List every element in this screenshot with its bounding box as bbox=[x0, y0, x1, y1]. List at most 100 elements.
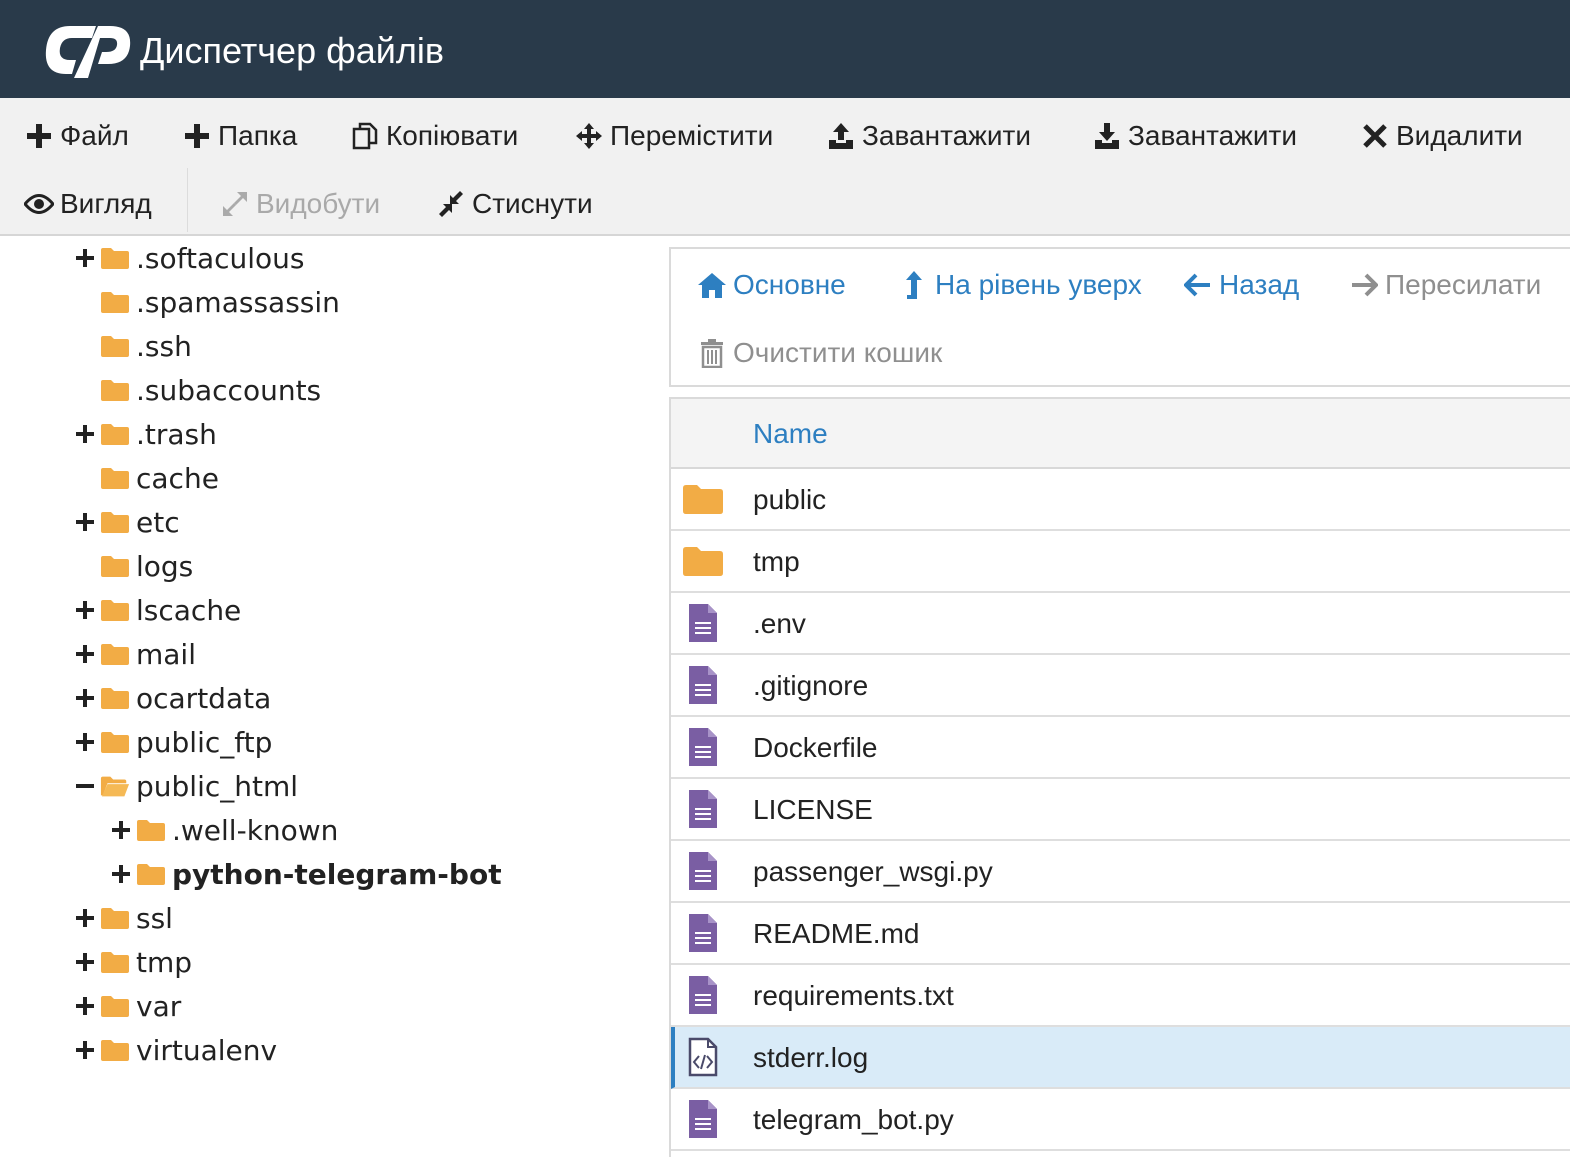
table-row[interactable]: README.md bbox=[671, 903, 1570, 965]
tree-item[interactable]: tmp bbox=[74, 942, 192, 982]
tree-item[interactable]: ssl bbox=[74, 898, 173, 938]
table-row[interactable]: passenger_wsgi.py bbox=[671, 841, 1570, 903]
tree-item-label[interactable]: public_html bbox=[136, 770, 298, 803]
table-row[interactable]: telegram_bot.py bbox=[671, 1089, 1570, 1151]
new-folder-button[interactable]: Папка bbox=[182, 114, 297, 158]
tree-item[interactable]: etc bbox=[74, 502, 180, 542]
empty-trash-button[interactable]: Очистити кошик bbox=[697, 333, 942, 373]
expand-plus-icon[interactable] bbox=[74, 731, 96, 753]
extract-button[interactable]: Видобути bbox=[220, 182, 380, 226]
table-row[interactable]: Dockerfile bbox=[671, 717, 1570, 779]
folder-icon bbox=[100, 994, 130, 1018]
home-label: Основне bbox=[733, 269, 846, 300]
new-file-button[interactable]: Файл bbox=[24, 114, 129, 158]
tree-item-label[interactable]: cache bbox=[136, 462, 219, 495]
expand-plus-icon[interactable] bbox=[74, 907, 96, 929]
home-button[interactable]: Основне bbox=[697, 265, 846, 305]
tree-item[interactable]: .well-known bbox=[110, 810, 338, 850]
trash-icon bbox=[697, 338, 727, 368]
tree-item-label[interactable]: var bbox=[136, 990, 181, 1023]
folder-icon bbox=[681, 539, 725, 583]
tree-item[interactable]: .softaculous bbox=[74, 238, 305, 278]
expand-plus-icon[interactable] bbox=[110, 863, 132, 885]
view-button[interactable]: Вигляд bbox=[24, 182, 152, 226]
tree-item-label[interactable]: mail bbox=[136, 638, 196, 671]
table-row[interactable]: tmp bbox=[671, 531, 1570, 593]
move-button[interactable]: Перемістити bbox=[574, 114, 773, 158]
tree-item-label[interactable]: virtualenv bbox=[136, 1034, 277, 1067]
expand-plus-icon[interactable] bbox=[74, 511, 96, 533]
tree-item-label[interactable]: etc bbox=[136, 506, 180, 539]
tree-item-label[interactable]: .spamassassin bbox=[136, 286, 340, 319]
text-file-icon bbox=[681, 601, 725, 645]
file-name: .gitignore bbox=[753, 670, 869, 701]
table-row[interactable]: requirements.txt bbox=[671, 965, 1570, 1027]
tree-item[interactable]: lscache bbox=[74, 590, 241, 630]
table-row[interactable]: .env bbox=[671, 593, 1570, 655]
tree-item[interactable]: public_ftp bbox=[74, 722, 272, 762]
up-one-level-button[interactable]: На рівень уверх bbox=[899, 265, 1142, 305]
tree-item-label[interactable]: ocartdata bbox=[136, 682, 271, 715]
download-button[interactable]: Завантажити bbox=[1092, 114, 1297, 158]
back-label: Назад bbox=[1219, 269, 1300, 300]
upload-button[interactable]: Завантажити bbox=[826, 114, 1031, 158]
tree-item[interactable]: .subaccounts bbox=[74, 370, 321, 410]
compress-button[interactable]: Стиснути bbox=[436, 182, 593, 226]
plus-icon bbox=[182, 121, 212, 151]
expand-plus-icon[interactable] bbox=[74, 247, 96, 269]
tree-item-label[interactable]: .softaculous bbox=[136, 242, 305, 275]
name-column-header[interactable]: Name bbox=[753, 418, 828, 450]
tree-item[interactable]: .trash bbox=[74, 414, 217, 454]
tree-item[interactable]: .ssh bbox=[74, 326, 192, 366]
file-name: .env bbox=[753, 608, 806, 639]
table-row[interactable]: .gitignore bbox=[671, 655, 1570, 717]
table-row[interactable]: public bbox=[671, 469, 1570, 531]
copy-label: Копіювати bbox=[386, 120, 519, 151]
tree-item-label[interactable]: tmp bbox=[136, 946, 192, 979]
collapse-minus-icon[interactable] bbox=[74, 775, 96, 797]
delete-label: Видалити bbox=[1396, 120, 1523, 151]
tree-item-label[interactable]: lscache bbox=[136, 594, 241, 627]
tree-item[interactable]: .spamassassin bbox=[74, 282, 340, 322]
forward-button[interactable]: Пересилати bbox=[1349, 265, 1541, 305]
table-row[interactable]: stderr.log bbox=[671, 1027, 1570, 1089]
tree-item[interactable]: mail bbox=[74, 634, 196, 674]
copy-button[interactable]: Копіювати bbox=[350, 114, 518, 158]
new-folder-label: Папка bbox=[218, 120, 298, 151]
tree-item-label[interactable]: ssl bbox=[136, 902, 173, 935]
tree-item[interactable]: virtualenv bbox=[74, 1030, 277, 1070]
back-button[interactable]: Назад bbox=[1183, 265, 1299, 305]
tree-item[interactable]: var bbox=[74, 986, 181, 1026]
tree-item-label[interactable]: public_ftp bbox=[136, 726, 272, 759]
tree-item[interactable]: logs bbox=[74, 546, 193, 586]
forward-label: Пересилати bbox=[1385, 269, 1542, 300]
file-name: tmp bbox=[753, 546, 800, 577]
expand-plus-icon[interactable] bbox=[74, 643, 96, 665]
tree-item-label[interactable]: .subaccounts bbox=[136, 374, 321, 407]
expand-plus-icon[interactable] bbox=[74, 995, 96, 1017]
expand-plus-icon[interactable] bbox=[74, 1039, 96, 1061]
expand-plus-icon[interactable] bbox=[74, 687, 96, 709]
folder-icon bbox=[100, 642, 130, 666]
tree-item[interactable]: cache bbox=[74, 458, 219, 498]
expand-plus-icon[interactable] bbox=[110, 819, 132, 841]
expand-plus-icon[interactable] bbox=[74, 599, 96, 621]
empty-trash-label: Очистити кошик bbox=[733, 337, 943, 368]
tree-item-label[interactable]: logs bbox=[136, 550, 193, 583]
tree-item[interactable]: ocartdata bbox=[74, 678, 271, 718]
tree-item-label[interactable]: python-telegram-bot bbox=[172, 858, 502, 891]
tree-item-label[interactable]: .ssh bbox=[136, 330, 192, 363]
tree-item[interactable]: python-telegram-bot bbox=[110, 854, 502, 894]
expand-plus-icon[interactable] bbox=[74, 423, 96, 445]
delete-button[interactable]: Видалити bbox=[1360, 114, 1523, 158]
expand-plus-icon[interactable] bbox=[74, 951, 96, 973]
level-up-icon bbox=[899, 270, 929, 300]
tree-item-label[interactable]: .trash bbox=[136, 418, 217, 451]
home-icon bbox=[697, 270, 727, 300]
tree-item[interactable]: public_html bbox=[74, 766, 298, 806]
tree-item-label[interactable]: .well-known bbox=[172, 814, 338, 847]
table-row[interactable]: LICENSE bbox=[671, 779, 1570, 841]
folder-icon bbox=[100, 686, 130, 710]
folder-icon bbox=[136, 818, 166, 842]
